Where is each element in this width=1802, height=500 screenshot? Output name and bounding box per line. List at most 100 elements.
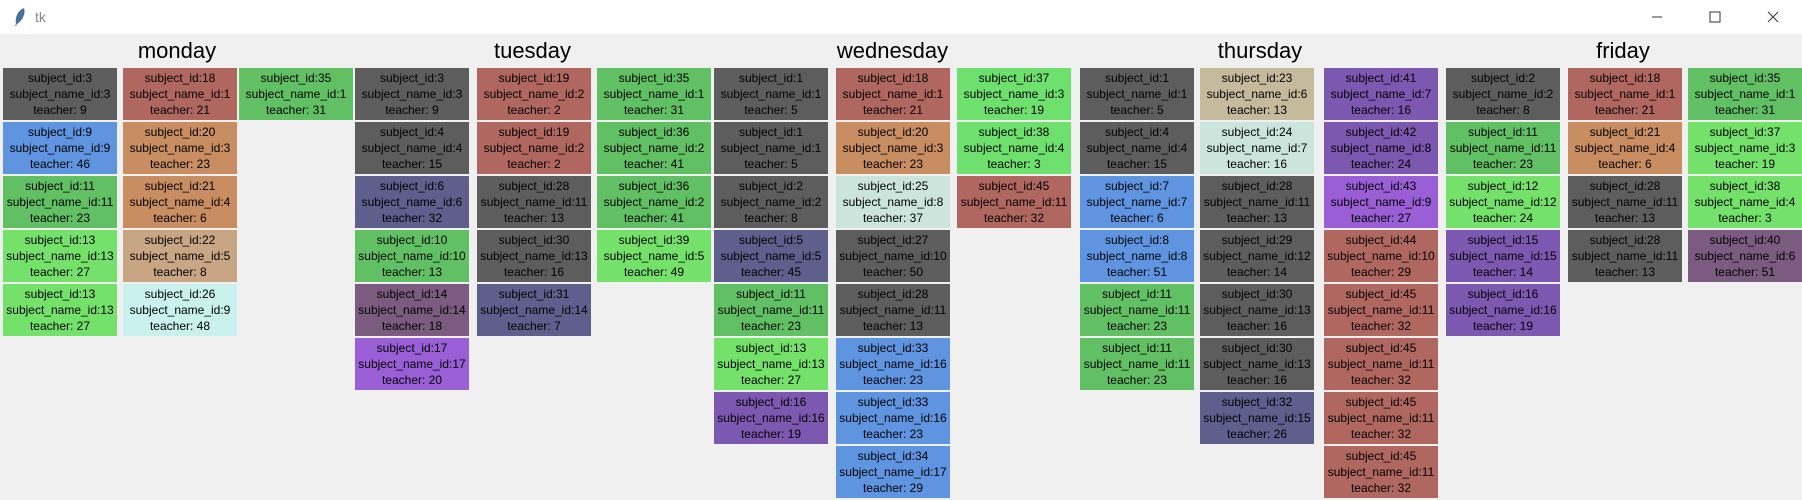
- cell-teacher: teacher: 3: [987, 157, 1041, 171]
- cell-subject-name-id: subject_name_id:10: [1327, 249, 1435, 263]
- day-header-monday: monday: [137, 38, 217, 63]
- schedule-cell: subject_id:19 subject_name_id:2 teacher: 2: [477, 68, 591, 120]
- cell-subject-name-id: subject_name_id:7: [1330, 87, 1432, 101]
- cell-subject-id: subject_id:3: [27, 71, 93, 85]
- cell-subject-name-id: subject_name_id:11: [1327, 465, 1435, 479]
- maximize-button[interactable]: [1686, 0, 1744, 34]
- schedule-cell: subject_id:16 subject_name_id:16 teacher: …: [714, 392, 828, 444]
- cell-subject-id: subject_id:36: [618, 125, 690, 139]
- schedule-cell: subject_id:27 subject_name_id:10 teacher: …: [836, 230, 950, 282]
- cell-teacher: teacher: 41: [623, 211, 685, 225]
- cell-teacher: teacher: 49: [623, 265, 685, 279]
- cell-subject-id: subject_id:9: [27, 125, 93, 139]
- cell-teacher: teacher: 19: [1472, 319, 1534, 333]
- window-titlebar: tk: [0, 0, 1802, 34]
- cell-teacher: teacher: 27: [1350, 211, 1412, 225]
- day-header-thursday: thursday: [1217, 38, 1303, 63]
- cell-subject-name-id: subject_name_id:6: [1206, 87, 1308, 101]
- cell-subject-name-id: subject_name_id:8: [1330, 141, 1432, 155]
- schedule-cell: subject_id:6 subject_name_id:6 teacher: 32: [355, 176, 469, 228]
- cell-teacher: teacher: 13: [1226, 211, 1288, 225]
- cell-teacher: teacher: 19: [1714, 157, 1776, 171]
- cell-teacher: teacher: 5: [1110, 103, 1164, 117]
- schedule-cell: subject_id:20 subject_name_id:3 teacher: 2…: [836, 122, 950, 174]
- cell-subject-id: subject_id:30: [498, 233, 570, 247]
- cell-subject-id: subject_id:33: [857, 395, 929, 409]
- cell-subject-name-id: subject_name_id:4: [1086, 141, 1188, 155]
- cell-subject-id: subject_id:18: [144, 71, 216, 85]
- cell-teacher: teacher: 13: [1226, 103, 1288, 117]
- cell-subject-name-id: subject_name_id:11: [6, 195, 114, 209]
- schedule-column: subject_id:35 subject_name_id:1 teacher: 3…: [597, 68, 711, 284]
- cell-teacher: teacher: 2: [507, 157, 561, 171]
- cell-teacher: teacher: 29: [862, 481, 924, 495]
- cell-subject-id: subject_id:13: [735, 341, 807, 355]
- cell-teacher: teacher: 23: [1106, 373, 1168, 387]
- cell-subject-id: subject_id:16: [1467, 287, 1539, 301]
- cell-teacher: teacher: 31: [623, 103, 685, 117]
- schedule-cell: subject_id:25 subject_name_id:8 teacher: 3…: [836, 176, 950, 228]
- cell-teacher: teacher: 21: [149, 103, 211, 117]
- schedule-cell: subject_id:43 subject_name_id:9 teacher: 2…: [1324, 176, 1438, 228]
- cell-subject-id: subject_id:45: [1345, 449, 1417, 463]
- close-button[interactable]: [1744, 0, 1802, 34]
- cell-teacher: teacher: 24: [1350, 157, 1412, 171]
- cell-teacher: teacher: 13: [1594, 211, 1656, 225]
- cell-teacher: teacher: 6: [1110, 211, 1164, 225]
- cell-subject-id: subject_id:38: [1709, 179, 1781, 193]
- cell-subject-name-id: subject_name_id:11: [1203, 195, 1311, 209]
- cell-subject-id: subject_id:35: [618, 71, 690, 85]
- cell-subject-name-id: subject_name_id:15: [1203, 411, 1311, 425]
- cell-subject-name-id: subject_name_id:11: [960, 195, 1068, 209]
- schedule-cell: subject_id:10 subject_name_id:10 teacher: …: [355, 230, 469, 282]
- cell-subject-id: subject_id:34: [857, 449, 929, 463]
- cell-subject-id: subject_id:8: [1104, 233, 1170, 247]
- schedule-cell: subject_id:21 subject_name_id:4 teacher: 6: [1568, 122, 1682, 174]
- cell-teacher: teacher: 32: [1350, 481, 1412, 495]
- schedule-cell: subject_id:1 subject_name_id:1 teacher: 5: [714, 122, 828, 174]
- cell-subject-id: subject_id:45: [978, 179, 1050, 193]
- cell-subject-name-id: subject_name_id:9: [9, 141, 111, 155]
- minimize-button[interactable]: [1628, 0, 1686, 34]
- cell-subject-name-id: subject_name_id:3: [963, 87, 1065, 101]
- cell-teacher: teacher: 48: [149, 319, 211, 333]
- cell-subject-id: subject_id:6: [379, 179, 445, 193]
- cell-subject-name-id: subject_name_id:10: [358, 249, 466, 263]
- cell-teacher: teacher: 23: [149, 157, 211, 171]
- schedule-cell: subject_id:15 subject_name_id:15 teacher: …: [1446, 230, 1560, 282]
- cell-teacher: teacher: 19: [740, 427, 802, 441]
- cell-subject-id: subject_id:44: [1345, 233, 1417, 247]
- cell-teacher: teacher: 45: [740, 265, 802, 279]
- cell-teacher: teacher: 3: [1718, 211, 1772, 225]
- cell-subject-id: subject_id:1: [738, 125, 804, 139]
- schedule-column: subject_id:41 subject_name_id:7 teacher: 1…: [1324, 68, 1438, 500]
- schedule-cell: subject_id:28 subject_name_id:11 teacher: …: [477, 176, 591, 228]
- cell-teacher: teacher: 16: [1226, 157, 1288, 171]
- cell-subject-id: subject_id:14: [376, 287, 448, 301]
- cell-teacher: teacher: 27: [29, 265, 91, 279]
- feather-icon: [15, 8, 25, 26]
- schedule-cell: subject_id:38 subject_name_id:4 teacher: 3: [1688, 176, 1802, 228]
- schedule-cell: subject_id:18 subject_name_id:1 teacher: 2…: [123, 68, 237, 120]
- schedule-cell: subject_id:20 subject_name_id:3 teacher: 2…: [123, 122, 237, 174]
- schedule-column: subject_id:18 subject_name_id:1 teacher: 2…: [836, 68, 950, 500]
- cell-teacher: teacher: 9: [385, 103, 439, 117]
- cell-teacher: teacher: 14: [1472, 265, 1534, 279]
- schedule-column: subject_id:18 subject_name_id:1 teacher: 2…: [1568, 68, 1682, 284]
- cell-subject-id: subject_id:39: [618, 233, 690, 247]
- cell-teacher: teacher: 27: [740, 373, 802, 387]
- schedule-cell: subject_id:5 subject_name_id:5 teacher: 45: [714, 230, 828, 282]
- cell-teacher: teacher: 15: [381, 157, 443, 171]
- cell-subject-id: subject_id:21: [1589, 125, 1661, 139]
- cell-teacher: teacher: 26: [1226, 427, 1288, 441]
- cell-subject-name-id: subject_name_id:3: [361, 87, 463, 101]
- cell-subject-id: subject_id:1: [738, 71, 804, 85]
- schedule-cell: subject_id:1 subject_name_id:1 teacher: 5: [1080, 68, 1194, 120]
- schedule-cell: subject_id:30 subject_name_id:13 teacher: …: [477, 230, 591, 282]
- cell-teacher: teacher: 5: [744, 157, 798, 171]
- cell-subject-id: subject_id:35: [1709, 71, 1781, 85]
- cell-subject-name-id: subject_name_id:3: [842, 141, 944, 155]
- cell-subject-id: subject_id:7: [1104, 179, 1170, 193]
- cell-subject-name-id: subject_name_id:7: [1086, 195, 1188, 209]
- cell-subject-name-id: subject_name_id:1: [720, 141, 822, 155]
